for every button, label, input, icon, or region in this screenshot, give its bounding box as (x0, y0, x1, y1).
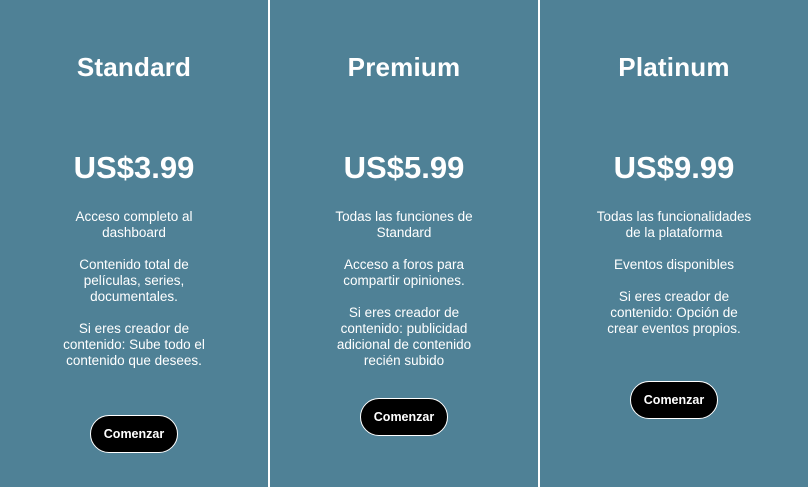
plan-title: Standard (76, 52, 192, 82)
feature-list: Acceso completo al dashboard Contenido t… (0, 209, 268, 385)
start-button[interactable]: Comenzar (630, 381, 718, 419)
feature-item: Eventos disponibles (613, 257, 735, 272)
plan-title: Platinum (618, 52, 730, 82)
start-button[interactable]: Comenzar (90, 415, 178, 453)
feature-item: Todas las funciones de Standard (335, 209, 473, 240)
plan-price: US$5.99 (343, 150, 465, 185)
feature-item: Acceso a foros para compartir opiniones. (343, 257, 465, 288)
feature-item: Contenido total de películas, series, do… (79, 257, 189, 304)
plan-card-standard: Standard US$3.99 Acceso completo al dash… (0, 0, 268, 487)
plan-card-platinum: Platinum US$9.99 Todas las funcionalidad… (540, 0, 808, 487)
plan-card-premium: Premium US$5.99 Todas las funciones de S… (270, 0, 538, 487)
plan-price: US$3.99 (73, 150, 195, 185)
feature-item: Todas las funcionalidades de la platafor… (596, 209, 752, 240)
start-button[interactable]: Comenzar (360, 398, 448, 436)
feature-list: Todas las funciones de Standard Acceso a… (270, 209, 538, 385)
feature-item: Si eres creador de contenido: publicidad… (336, 305, 472, 368)
feature-item: Acceso completo al dashboard (75, 209, 193, 240)
feature-item: Si eres creador de contenido: Sube todo … (63, 321, 205, 368)
feature-item: Si eres creador de contenido: Opción de … (607, 289, 741, 336)
pricing-plans: Standard US$3.99 Acceso completo al dash… (0, 0, 808, 487)
plan-title: Premium (347, 52, 461, 82)
feature-list: Todas las funcionalidades de la platafor… (540, 209, 808, 353)
plan-price: US$9.99 (613, 150, 735, 185)
